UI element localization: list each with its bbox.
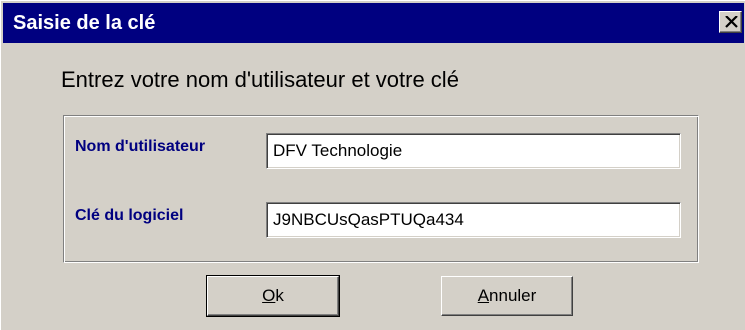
username-field[interactable] [266, 133, 681, 169]
ok-accelerator: O [262, 286, 276, 305]
key-entry-dialog: Saisie de la clé Entrez votre nom d'util… [0, 0, 745, 330]
key-field[interactable] [266, 202, 681, 238]
key-label: Clé du logiciel [75, 207, 184, 224]
ok-button[interactable]: Ok [206, 275, 340, 317]
cancel-accelerator: A [477, 286, 490, 305]
title-bar[interactable]: Saisie de la clé [3, 3, 744, 43]
window-title: Saisie de la clé [13, 12, 156, 34]
instruction-heading: Entrez votre nom d'utilisateur et votre … [61, 67, 459, 92]
username-label: Nom d'utilisateur [75, 138, 206, 155]
close-button[interactable] [719, 11, 742, 33]
close-icon [725, 16, 738, 28]
ok-label: k [275, 286, 284, 305]
cancel-button[interactable]: Annuler [441, 276, 573, 316]
cancel-label: nnuler [489, 286, 537, 305]
